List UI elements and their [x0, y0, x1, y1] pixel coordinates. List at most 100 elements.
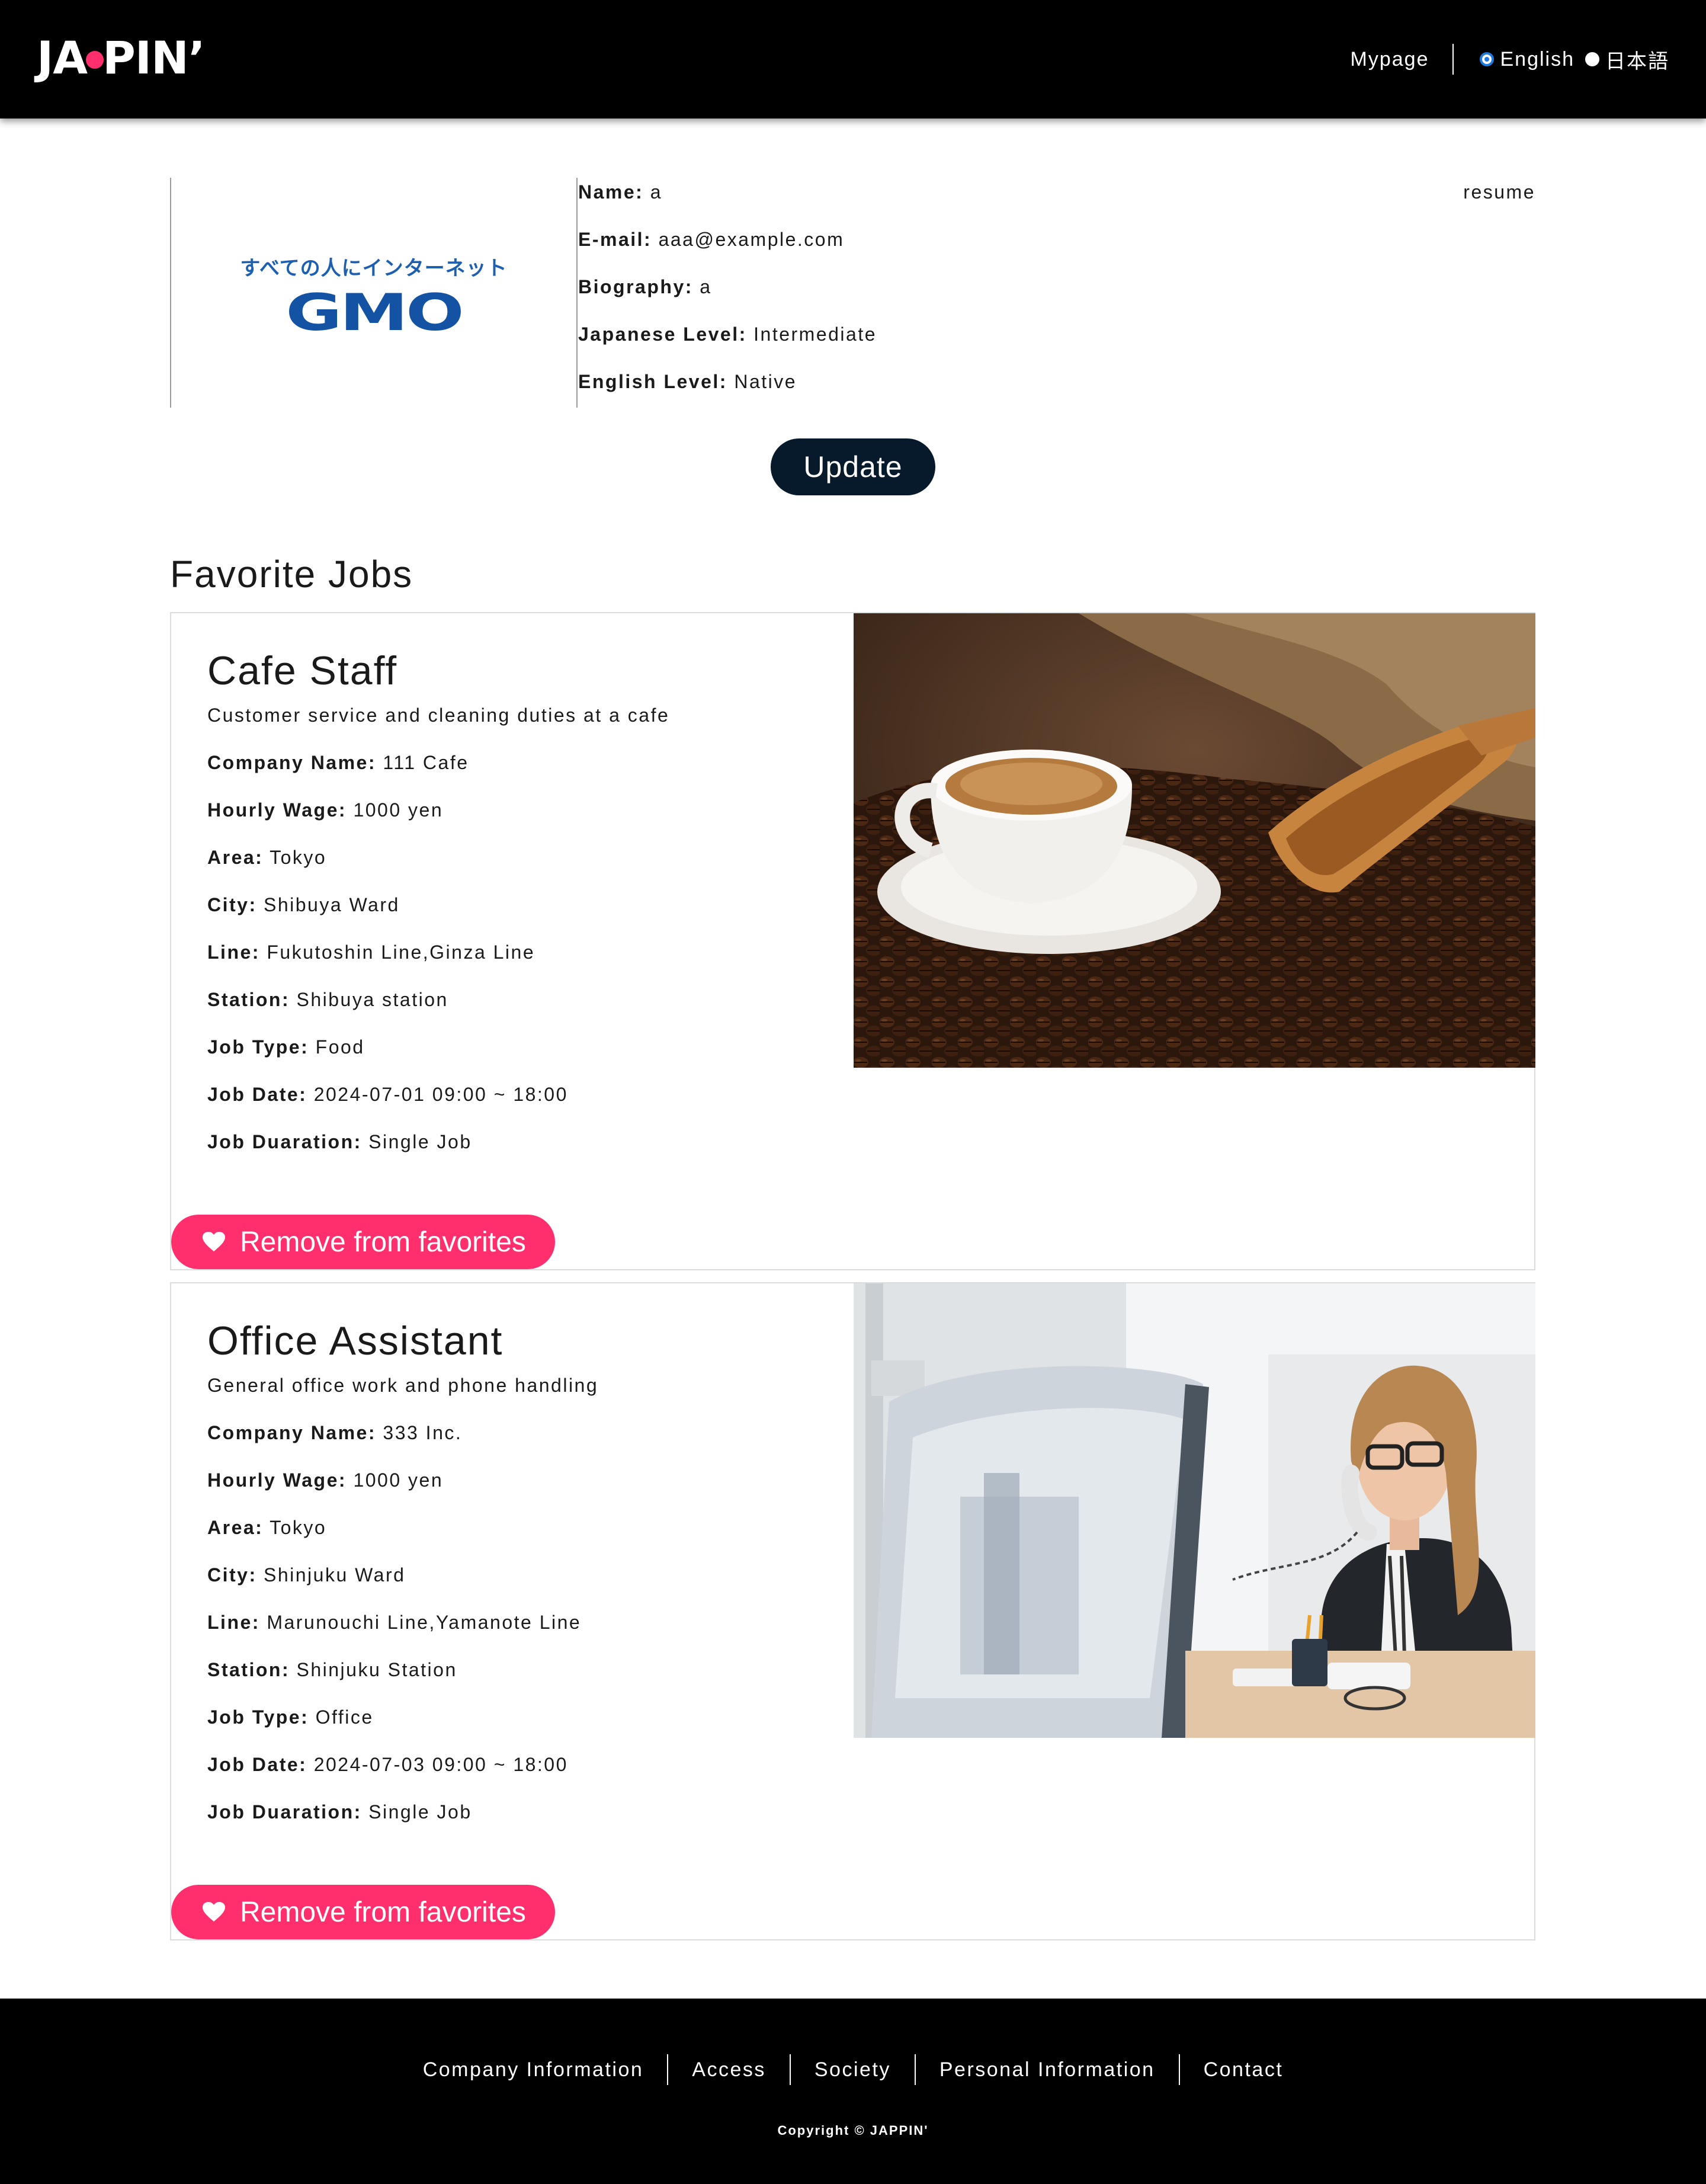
field-value: Fukutoshin Line,Ginza Line [267, 942, 535, 963]
company-logo-tagline: すべての人にインターネット [240, 257, 508, 280]
job-duration-row: Job Duaration: Single Job [207, 1798, 835, 1845]
job-image-office[interactable] [854, 1283, 1535, 1738]
site-header: JA PIN’ Mypage English 日本語 [0, 0, 1706, 119]
job-line-row: Line: Marunouchi Line,Yamanote Line [207, 1608, 835, 1655]
field-value: 111 Cafe [383, 752, 469, 773]
field-label: Company Name: [207, 752, 376, 773]
field-value: 1000 yen [353, 799, 444, 821]
field-value: Native [734, 371, 797, 392]
copyright: Copyright © JAPPIN' [777, 2123, 929, 2138]
field-value: Single Job [368, 1131, 472, 1152]
job-card: Cafe Staff Customer service and cleaning… [170, 612, 1535, 1270]
footer-link-society[interactable]: Society [791, 2054, 915, 2085]
company-logo: すべての人にインターネット GMO [170, 178, 578, 408]
job-details: Office Assistant General office work and… [207, 1314, 835, 1845]
job-date-row: Job Date: 2024-07-03 09:00 ~ 18:00 [207, 1750, 835, 1798]
field-value: a [700, 276, 712, 297]
footer-links: Company Information Access Society Perso… [0, 2054, 1706, 2085]
profile-biography-row: Biography: a [578, 273, 1535, 320]
field-value: Marunouchi Line,Yamanote Line [267, 1612, 582, 1633]
job-station-row: Station: Shinjuku Station [207, 1655, 835, 1703]
field-label: Hourly Wage: [207, 799, 347, 821]
job-company-row: Company Name: 333 Inc. [207, 1418, 835, 1466]
job-wage-row: Hourly Wage: 1000 yen [207, 796, 835, 843]
field-label: City: [207, 894, 257, 915]
field-label: Job Duaration: [207, 1801, 362, 1823]
heart-icon [203, 1902, 225, 1922]
footer-link-contact[interactable]: Contact [1180, 2054, 1307, 2085]
resume-link[interactable]: resume [1463, 178, 1535, 206]
field-label: Station: [207, 989, 290, 1010]
job-line-row: Line: Fukutoshin Line,Ginza Line [207, 938, 835, 985]
field-value: Tokyo [270, 847, 327, 868]
field-label: Hourly Wage: [207, 1469, 347, 1491]
field-value: Office [315, 1706, 374, 1728]
radio-checked-icon[interactable] [1480, 52, 1495, 66]
field-value: Food [315, 1036, 365, 1058]
profile-email-row: E-mail: aaa@example.com [578, 225, 1535, 273]
company-logo-mark: GMO [286, 283, 464, 342]
header-nav: Mypage English 日本語 [1351, 41, 1669, 77]
field-label: Japanese Level: [578, 324, 747, 345]
footer-link-company-information[interactable]: Company Information [399, 2054, 668, 2085]
field-label: Job Type: [207, 1036, 309, 1058]
site-logo[interactable]: JA PIN’ [37, 28, 206, 88]
footer-link-access[interactable]: Access [668, 2054, 790, 2085]
field-label: Name: [578, 181, 644, 203]
job-type-row: Job Type: Food [207, 1033, 835, 1080]
job-station-row: Station: Shibuya station [207, 985, 835, 1033]
field-label: Job Type: [207, 1706, 309, 1728]
field-label: Job Duaration: [207, 1131, 362, 1152]
job-type-row: Job Type: Office [207, 1703, 835, 1750]
job-details: Cafe Staff Customer service and cleaning… [207, 644, 835, 1175]
job-title[interactable]: Office Assistant [207, 1314, 835, 1368]
field-value: Tokyo [270, 1517, 327, 1538]
field-value: aaa@example.com [658, 229, 845, 250]
field-value: Shibuya Ward [264, 894, 400, 915]
job-area-row: Area: Tokyo [207, 843, 835, 891]
update-button[interactable]: Update [771, 438, 935, 495]
profile-info: Name: a E-mail: aaa@example.com Biograph… [578, 178, 1535, 415]
field-value: a [650, 181, 662, 203]
mypage-link[interactable]: Mypage [1351, 48, 1453, 71]
site-footer: Company Information Access Society Perso… [0, 1999, 1706, 2184]
job-image-coffee[interactable] [854, 613, 1535, 1068]
job-city-row: City: Shinjuku Ward [207, 1561, 835, 1608]
field-label: City: [207, 1564, 257, 1586]
logo-dot-icon [86, 51, 104, 69]
profile-japanese-level-row: Japanese Level: Intermediate [578, 320, 1535, 367]
job-company-row: Company Name: 111 Cafe [207, 748, 835, 796]
field-value: Shinjuku Station [296, 1659, 457, 1680]
field-value: 1000 yen [353, 1469, 444, 1491]
field-value: Single Job [368, 1801, 472, 1823]
job-duration-row: Job Duaration: Single Job [207, 1128, 835, 1175]
job-city-row: City: Shibuya Ward [207, 891, 835, 938]
heart-icon [203, 1232, 225, 1251]
field-label: Job Date: [207, 1754, 307, 1775]
job-wage-row: Hourly Wage: 1000 yen [207, 1466, 835, 1513]
job-title[interactable]: Cafe Staff [207, 644, 835, 697]
remove-from-favorites-button[interactable]: Remove from favorites [171, 1885, 555, 1939]
field-label: Company Name: [207, 1422, 376, 1443]
field-label: Job Date: [207, 1084, 307, 1105]
field-label: English Level: [578, 371, 727, 392]
field-label: Area: [207, 1517, 264, 1538]
language-label-japanese: 日本語 [1605, 50, 1669, 73]
language-option-japanese[interactable]: 日本語 [1585, 45, 1669, 74]
field-value: Shibuya station [296, 989, 448, 1010]
radio-unchecked-icon[interactable] [1585, 52, 1599, 66]
profile-section: すべての人にインターネット GMO Name: a E-mail: aaa@ex… [170, 178, 1535, 408]
language-option-english[interactable]: English [1480, 48, 1574, 71]
job-area-row: Area: Tokyo [207, 1513, 835, 1561]
field-label: Area: [207, 847, 264, 868]
footer-link-personal-information[interactable]: Personal Information [916, 2054, 1179, 2085]
field-value: 2024-07-01 09:00 ~ 18:00 [313, 1084, 568, 1105]
profile-english-level-row: English Level: Native [578, 367, 1535, 415]
coffee-photo-icon [854, 613, 1535, 1068]
field-value: Intermediate [753, 324, 877, 345]
remove-from-favorites-button[interactable]: Remove from favorites [171, 1215, 555, 1269]
profile-name-row: Name: a [578, 178, 1535, 225]
field-label: Line: [207, 942, 260, 963]
office-photo-icon [854, 1283, 1535, 1738]
field-value: Shinjuku Ward [264, 1564, 406, 1586]
